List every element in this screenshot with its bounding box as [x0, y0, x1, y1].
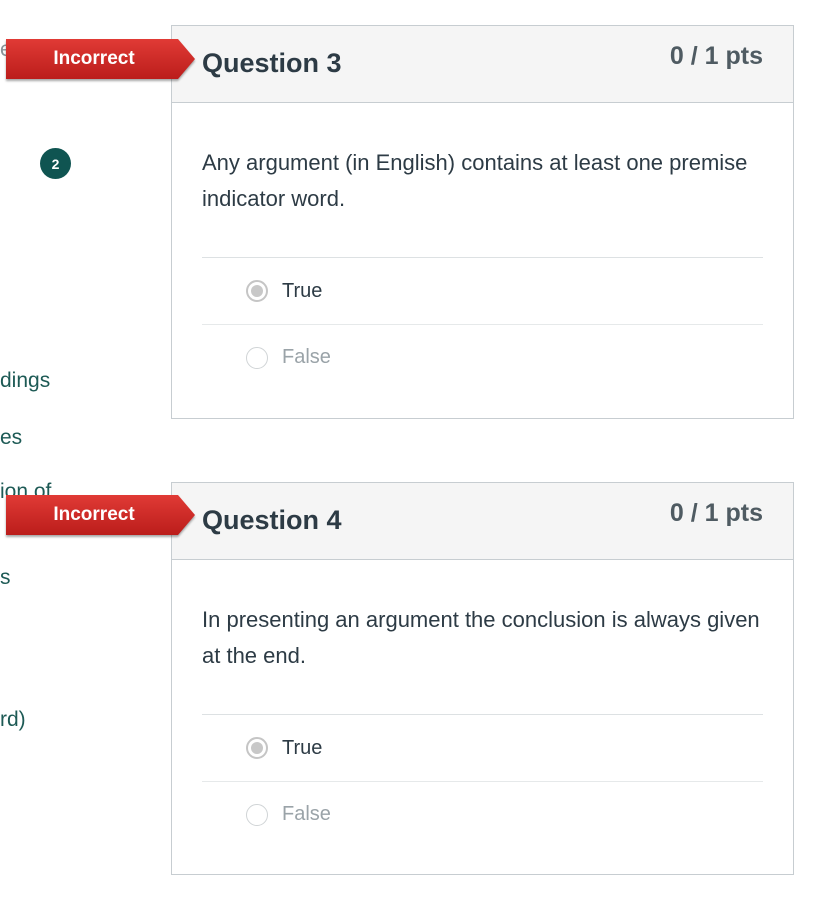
question-header: Question 4 0 / 1 pts: [172, 483, 793, 560]
answer-option[interactable]: True: [202, 258, 763, 324]
radio-empty-icon[interactable]: [246, 346, 268, 369]
question-header: Question 3 0 / 1 pts: [172, 26, 793, 103]
sidebar-item-fragment[interactable]: es: [0, 426, 22, 450]
ribbon-label: Incorrect: [53, 48, 135, 69]
notification-badge: 2: [40, 148, 71, 179]
sidebar-item-fragment[interactable]: rd): [0, 708, 26, 732]
question-text: Any argument (in English) contains at le…: [202, 103, 763, 258]
quiz-results-page: es 2 dings es ion of s rd) Question 3 0 …: [0, 0, 815, 912]
question-title: Question 4: [202, 505, 342, 535]
sidebar-item-fragment[interactable]: s: [0, 566, 11, 590]
question-points: 0 / 1 pts: [669, 42, 763, 70]
answer-label: False: [282, 803, 331, 825]
answer-label: True: [282, 736, 323, 759]
answer-option[interactable]: False: [202, 781, 763, 847]
question-card: Question 3 0 / 1 pts Any argument (in En…: [171, 25, 794, 419]
question-points: 0 / 1 pts: [669, 499, 763, 527]
radio-selected-icon[interactable]: [246, 280, 268, 302]
question-title: Question 3: [202, 48, 342, 78]
radio-selected-icon[interactable]: [246, 737, 268, 759]
incorrect-ribbon: Incorrect: [6, 495, 195, 535]
answer-option[interactable]: False: [202, 324, 763, 390]
answer-option[interactable]: True: [202, 715, 763, 781]
question-body: Any argument (in English) contains at le…: [172, 103, 793, 390]
sidebar-item-fragment[interactable]: dings: [0, 369, 50, 393]
answer-label: False: [282, 346, 331, 368]
answer-label: True: [282, 279, 323, 302]
question-text: In presenting an argument the conclusion…: [202, 560, 763, 715]
question-card: Question 4 0 / 1 pts In presenting an ar…: [171, 482, 794, 875]
incorrect-ribbon: Incorrect: [6, 39, 195, 79]
radio-empty-icon[interactable]: [246, 803, 268, 826]
question-body: In presenting an argument the conclusion…: [172, 560, 793, 847]
ribbon-label: Incorrect: [53, 504, 135, 525]
